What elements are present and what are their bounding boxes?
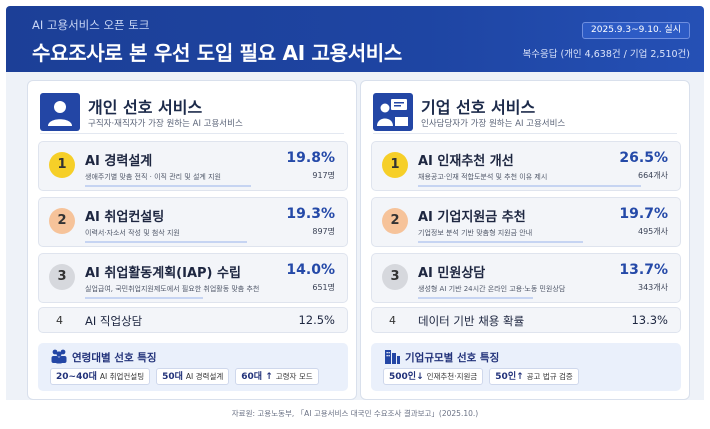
feature-chip: 60대 ↑ 고령자 모드 [235, 368, 319, 385]
share-bar-fill [418, 297, 534, 299]
item-count: 343개사 [638, 283, 668, 292]
chip-text: 공고 법규 검증 [526, 372, 573, 381]
list-item: 1 AI 경력설계 생애주기별 맞춤 전직 · 이직 관리 및 설계 지원 19… [38, 141, 348, 191]
infographic: AI 고용서비스 오픈 토크 수요조사로 본 우선 도입 필요 AI 고용서비스… [0, 0, 710, 429]
share-bar-fill [85, 241, 248, 243]
share-bar [85, 241, 337, 243]
list-item: 2 AI 취업컨설팅 이력서·자소서 작성 및 첨삭 지원 19.3% 897명 [38, 197, 348, 247]
share-bar [418, 185, 670, 187]
feature-chip: 50대 AI 경력설계 [156, 368, 230, 385]
page-title: 수요조사로 본 우선 도입 필요 AI 고용서비스 [32, 41, 402, 65]
share-bar-fill [418, 241, 584, 243]
business-card: 기업 선호 서비스 인사담당자가 가장 원하는 AI 고용서비스 1 AI 인재… [360, 80, 690, 400]
rank-badge: 3 [382, 264, 408, 290]
share-bar [418, 241, 670, 243]
chip-text: AI 취업컨설팅 [99, 372, 145, 381]
header-banner: AI 고용서비스 오픈 토크 수요조사로 본 우선 도입 필요 AI 고용서비스… [6, 6, 704, 72]
size-feature-box: 기업규모별 선호 특징 500인↓ 인재추천·지원금 50인↑ 공고 법규 검증 [371, 343, 681, 391]
share-bar [85, 185, 337, 187]
divider [40, 133, 344, 134]
item-count: 651명 [312, 283, 335, 292]
divider [373, 133, 677, 134]
chip-text: 인재추천·지원금 [426, 372, 478, 381]
people-group-icon [50, 348, 68, 364]
item-desc: 실업급여, 국민취업지원제도에서 필요한 취업활동 맞춤 추천 [85, 285, 260, 293]
age-feature-box: 연령대별 선호 특징 20~40대 AI 취업컨설팅 50대 AI 경력설계 60대… [38, 343, 348, 391]
list-item: 1 AI 인재추천 개선 채용공고·인재 적합도분석 및 추천 이유 제시 26… [371, 141, 681, 191]
share-bar [418, 297, 670, 299]
list-item-fourth: 4 AI 직업상담 12.5% [38, 307, 348, 333]
person-icon [40, 93, 80, 131]
chip-strong: 20~40대 [56, 372, 97, 382]
list-item-fourth: 4 데이터 기반 채용 확률 13.3% [371, 307, 681, 333]
rank-badge: 2 [49, 208, 75, 234]
feature-chip: 500인↓ 인재추천·지원금 [383, 368, 484, 385]
item-percent: 19.8% [286, 150, 335, 166]
list-item: 3 AI 취업활동계획(IAP) 수립 실업급여, 국민취업지원제도에서 필요한… [38, 253, 348, 303]
item-count: 664개사 [638, 171, 668, 180]
item-name: AI 경력설계 [85, 154, 153, 169]
item-name: AI 인재추천 개선 [418, 154, 514, 169]
item-percent: 19.7% [619, 206, 668, 222]
header-kicker: AI 고용서비스 오픈 토크 [32, 18, 150, 32]
card-subtitle: 구직자·재직자가 가장 원하는 AI 고용서비스 [88, 119, 243, 129]
feature-title: 연령대별 선호 특징 [72, 352, 157, 364]
item-percent: 12.5% [298, 313, 335, 327]
item-name: AI 기업지원금 추천 [418, 210, 526, 225]
share-bar-fill [85, 297, 203, 299]
chip-strong: 50인↑ [495, 372, 524, 382]
sample-note: 복수응답 (개인 4,638건 / 기업 2,510건) [522, 49, 690, 60]
chip-strong: 60대 ↑ [241, 372, 273, 382]
item-name: AI 민원상담 [418, 266, 486, 281]
card-subtitle: 인사담당자가 가장 원하는 AI 고용서비스 [421, 119, 566, 129]
feature-chips: 500인↓ 인재추천·지원금 50인↑ 공고 법규 검증 [383, 368, 579, 385]
rank-badge: 2 [382, 208, 408, 234]
feature-chips: 20~40대 AI 취업컨설팅 50대 AI 경력설계 60대 ↑ 고령자 모드 [50, 368, 319, 385]
item-desc: 이력서·자소서 작성 및 첨삭 지원 [85, 229, 180, 237]
item-percent: 19.3% [286, 206, 335, 222]
rank-badge: 3 [49, 264, 75, 290]
item-percent: 13.3% [631, 313, 668, 327]
building-icon [383, 348, 401, 364]
rank-badge: 1 [382, 152, 408, 178]
item-percent: 14.0% [286, 262, 335, 278]
chip-strong: 50대 [162, 372, 183, 382]
feature-title: 기업규모별 선호 특징 [405, 352, 500, 364]
card-title: 기업 선호 서비스 [421, 98, 536, 117]
item-desc: 생성형 AI 기반 24시간 온라인 고용·노동 민원상담 [418, 285, 566, 293]
rank-label: 4 [56, 314, 63, 327]
item-count: 897명 [312, 227, 335, 236]
item-desc: 기업정보 분석 기반 맞춤형 지원금 안내 [418, 229, 533, 237]
share-bar [85, 297, 337, 299]
rank-badge: 1 [49, 152, 75, 178]
feature-chip: 50인↑ 공고 법규 검증 [489, 368, 579, 385]
source-footnote: 자료원: 고용노동부, 「AI 고용서비스 대국민 수요조사 결과보고」(202… [231, 409, 479, 418]
item-name: AI 취업활동계획(IAP) 수립 [85, 266, 241, 281]
item-name: AI 직업상담 [85, 314, 143, 328]
item-percent: 26.5% [619, 150, 668, 166]
survey-period-badge: 2025.9.3~9.10. 실시 [582, 22, 690, 39]
card-title: 개인 선호 서비스 [88, 98, 203, 117]
list-item: 3 AI 민원상담 생성형 AI 기반 24시간 온라인 고용·노동 민원상담 … [371, 253, 681, 303]
list-item: 2 AI 기업지원금 추천 기업정보 분석 기반 맞춤형 지원금 안내 19.7… [371, 197, 681, 247]
item-name: AI 취업컨설팅 [85, 210, 165, 225]
presenter-icon [373, 93, 413, 131]
item-desc: 채용공고·인재 적합도분석 및 추천 이유 제시 [418, 173, 548, 181]
rank-label: 4 [389, 314, 396, 327]
item-name: 데이터 기반 채용 확률 [418, 314, 525, 328]
individual-card: 개인 선호 서비스 구직자·재직자가 가장 원하는 AI 고용서비스 1 AI … [27, 80, 357, 400]
chip-text: 고령자 모드 [275, 372, 313, 381]
item-percent: 13.7% [619, 262, 668, 278]
share-bar-fill [85, 185, 252, 187]
share-bar-fill [418, 185, 641, 187]
chip-text: AI 경력설계 [185, 372, 224, 381]
item-count: 495개사 [638, 227, 668, 236]
feature-chip: 20~40대 AI 취업컨설팅 [50, 368, 151, 385]
item-count: 917명 [312, 171, 335, 180]
item-desc: 생애주기별 맞춤 전직 · 이직 관리 및 설계 지원 [85, 173, 221, 181]
chip-strong: 500인↓ [389, 372, 424, 382]
